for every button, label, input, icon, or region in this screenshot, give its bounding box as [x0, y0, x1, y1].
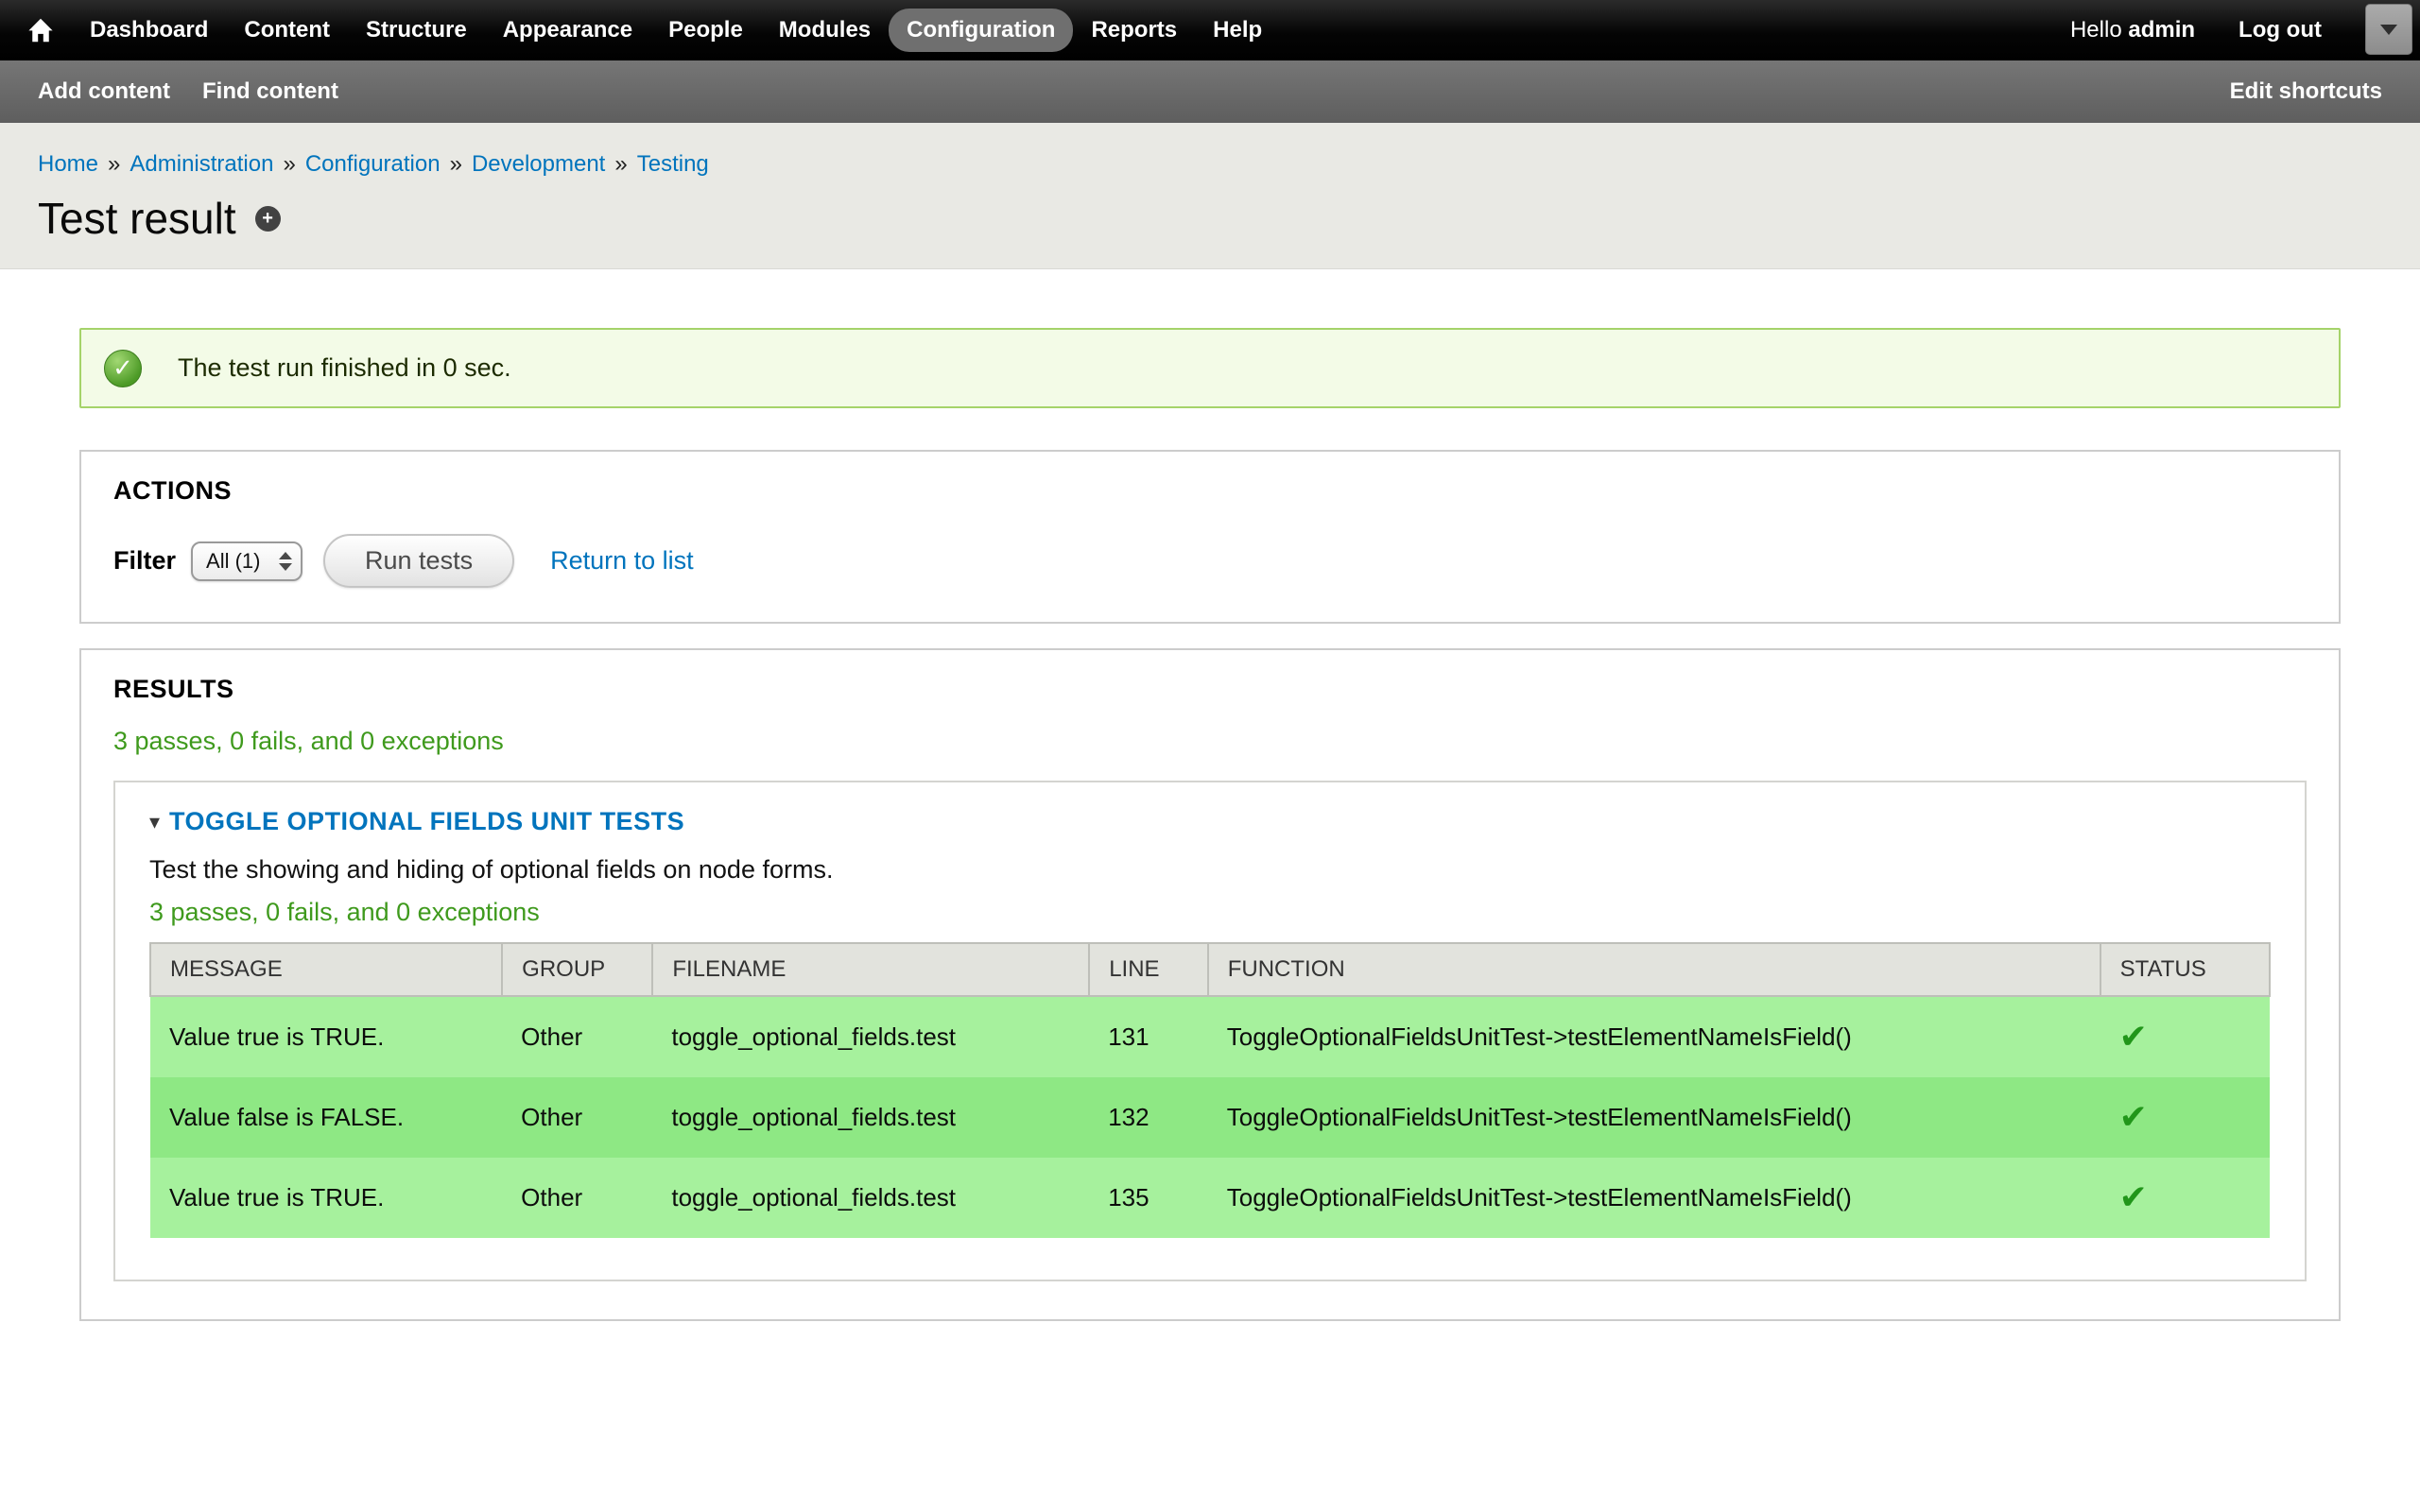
menu-item-dashboard[interactable]: Dashboard: [72, 9, 226, 52]
status-message-text: The test run finished in 0 sec.: [178, 353, 511, 382]
cell-group: Other: [502, 1158, 652, 1238]
breadcrumb-home[interactable]: Home: [38, 151, 98, 178]
table-header-row: MESSAGE GROUP FILENAME LINE FUNCTION STA…: [150, 943, 2270, 996]
cell-status: ✔: [2100, 996, 2270, 1077]
main-content: ✓ The test run finished in 0 sec. ACTION…: [0, 328, 2420, 1435]
toolbar-toggle-button[interactable]: [2365, 4, 2412, 55]
actions-row: Filter All (1) Run tests Return to list: [113, 534, 2307, 588]
cell-message: Value true is TRUE.: [150, 996, 502, 1077]
menu-item-help[interactable]: Help: [1195, 9, 1280, 52]
menu-item-structure[interactable]: Structure: [348, 9, 485, 52]
page-header: Home » Administration » Configuration » …: [0, 123, 2420, 269]
cell-message: Value false is FALSE.: [150, 1077, 502, 1158]
page-title: Test result +: [38, 193, 2382, 244]
page-title-text: Test result: [38, 193, 236, 244]
filter-label: Filter: [113, 546, 176, 576]
breadcrumb-administration[interactable]: Administration: [130, 151, 273, 178]
results-table: MESSAGE GROUP FILENAME LINE FUNCTION STA…: [149, 942, 2271, 1238]
header-filename: FILENAME: [652, 943, 1089, 996]
table-row: Value true is TRUE. Other toggle_optiona…: [150, 1158, 2270, 1238]
username: admin: [2128, 17, 2195, 43]
menu-item-configuration[interactable]: Configuration: [889, 9, 1073, 52]
menu-item-modules[interactable]: Modules: [761, 9, 889, 52]
cell-group: Other: [502, 1077, 652, 1158]
test-group-description: Test the showing and hiding of optional …: [149, 855, 2271, 885]
cell-message: Value true is TRUE.: [150, 1158, 502, 1238]
select-stepper-icon: [279, 552, 292, 571]
user-greeting: Hello admin: [2070, 17, 2195, 43]
pass-check-icon: ✔: [2119, 1097, 2148, 1136]
menu-item-people[interactable]: People: [650, 9, 761, 52]
plus-glyph: +: [262, 209, 273, 228]
collapse-arrow-icon: ▾: [149, 812, 160, 833]
shortcut-find-content[interactable]: Find content: [202, 78, 338, 105]
breadcrumb-separator: »: [283, 151, 295, 178]
test-group-summary: 3 passes, 0 fails, and 0 exceptions: [149, 898, 2271, 927]
cell-status: ✔: [2100, 1158, 2270, 1238]
shortcut-toggle-icon[interactable]: +: [255, 206, 281, 232]
table-row: Value true is TRUE. Other toggle_optiona…: [150, 996, 2270, 1077]
cell-line: 131: [1089, 996, 1208, 1077]
logout-link[interactable]: Log out: [2238, 17, 2322, 43]
success-icon: ✓: [104, 350, 142, 387]
status-message: ✓ The test run finished in 0 sec.: [79, 328, 2341, 408]
filter-select-value: All (1): [206, 549, 260, 574]
breadcrumb-development[interactable]: Development: [472, 151, 605, 178]
chevron-down-icon: [2380, 25, 2397, 35]
cell-line: 135: [1089, 1158, 1208, 1238]
breadcrumb-testing[interactable]: Testing: [637, 151, 709, 178]
cell-filename: toggle_optional_fields.test: [652, 1077, 1089, 1158]
header-line: LINE: [1089, 943, 1208, 996]
header-function: FUNCTION: [1208, 943, 2100, 996]
home-icon: [27, 17, 54, 43]
actions-legend: ACTIONS: [113, 476, 2307, 506]
admin-menu-items: Dashboard Content Structure Appearance P…: [72, 9, 1280, 52]
pass-check-icon: ✔: [2119, 1177, 2148, 1216]
breadcrumb-separator: »: [450, 151, 462, 178]
test-group-title[interactable]: TOGGLE OPTIONAL FIELDS UNIT TESTS: [169, 807, 684, 836]
admin-toolbar: Dashboard Content Structure Appearance P…: [0, 0, 2420, 60]
breadcrumb-separator: »: [108, 151, 120, 178]
menu-item-content[interactable]: Content: [226, 9, 348, 52]
admin-menu: Dashboard Content Structure Appearance P…: [17, 7, 1280, 54]
cell-function: ToggleOptionalFieldsUnitTest->testElemen…: [1208, 1077, 2100, 1158]
breadcrumb-separator: »: [614, 151, 627, 178]
filter-select[interactable]: All (1): [191, 541, 302, 581]
shortcut-add-content[interactable]: Add content: [38, 78, 170, 105]
cell-line: 132: [1089, 1077, 1208, 1158]
toolbar-user-area: Hello admin Log out: [2070, 17, 2403, 43]
check-glyph: ✓: [112, 353, 133, 383]
header-message: MESSAGE: [150, 943, 502, 996]
greeting-prefix: Hello: [2070, 17, 2122, 43]
cell-function: ToggleOptionalFieldsUnitTest->testElemen…: [1208, 1158, 2100, 1238]
results-summary: 3 passes, 0 fails, and 0 exceptions: [113, 727, 2307, 756]
test-group-toggle[interactable]: ▾ TOGGLE OPTIONAL FIELDS UNIT TESTS: [149, 807, 2271, 836]
header-status: STATUS: [2100, 943, 2270, 996]
edit-shortcuts-link[interactable]: Edit shortcuts: [2230, 78, 2382, 105]
return-to-list-link[interactable]: Return to list: [550, 546, 694, 576]
shortcut-bar: Add content Find content Edit shortcuts: [0, 60, 2420, 123]
cell-group: Other: [502, 996, 652, 1077]
home-button[interactable]: [17, 7, 64, 54]
menu-item-appearance[interactable]: Appearance: [485, 9, 650, 52]
cell-filename: toggle_optional_fields.test: [652, 996, 1089, 1077]
results-legend: RESULTS: [113, 675, 2307, 704]
menu-item-reports[interactable]: Reports: [1073, 9, 1195, 52]
table-row: Value false is FALSE. Other toggle_optio…: [150, 1077, 2270, 1158]
cell-status: ✔: [2100, 1077, 2270, 1158]
breadcrumb: Home » Administration » Configuration » …: [38, 151, 2382, 178]
actions-panel: ACTIONS Filter All (1) Run tests Return …: [79, 450, 2341, 624]
pass-check-icon: ✔: [2119, 1017, 2148, 1056]
run-tests-button[interactable]: Run tests: [323, 534, 514, 588]
cell-filename: toggle_optional_fields.test: [652, 1158, 1089, 1238]
breadcrumb-configuration[interactable]: Configuration: [305, 151, 441, 178]
test-group-fieldset: ▾ TOGGLE OPTIONAL FIELDS UNIT TESTS Test…: [113, 781, 2307, 1281]
header-group: GROUP: [502, 943, 652, 996]
cell-function: ToggleOptionalFieldsUnitTest->testElemen…: [1208, 996, 2100, 1077]
results-panel: RESULTS 3 passes, 0 fails, and 0 excepti…: [79, 648, 2341, 1321]
